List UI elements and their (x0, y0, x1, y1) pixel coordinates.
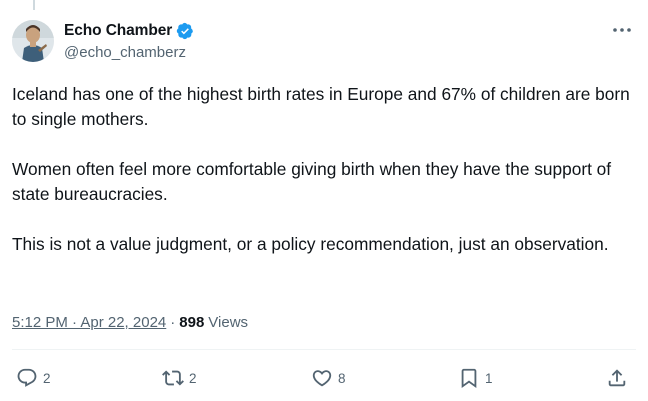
tweet-paragraph-2: Women often feel more comfortable giving… (12, 159, 616, 204)
timestamp-link[interactable]: 5:12 PM · Apr 22, 2024 (12, 314, 166, 331)
verified-badge-icon[interactable] (176, 22, 194, 40)
share-button[interactable] (606, 363, 628, 393)
repost-count: 2 (189, 370, 197, 386)
avatar[interactable] (12, 20, 54, 62)
tweet-meta: 5:12 PM · Apr 22, 2024 · 898 Views (12, 311, 248, 333)
like-icon (312, 370, 332, 387)
bookmark-button[interactable]: 1 (458, 363, 493, 393)
repost-icon (162, 370, 184, 386)
bookmark-icon (461, 368, 477, 389)
views-label: Views (208, 313, 249, 331)
thread-connector-line (33, 0, 35, 10)
like-button[interactable]: 8 (311, 363, 346, 393)
author-handle[interactable]: @echo_chamberz (64, 44, 194, 61)
divider (12, 349, 636, 350)
repost-button[interactable]: 2 (162, 363, 197, 393)
avatar-image (12, 20, 54, 62)
share-icon (608, 369, 626, 387)
like-count: 8 (338, 370, 346, 386)
views-count[interactable]: 898 (179, 314, 204, 331)
tweet-text: Iceland has one of the highest birth rat… (12, 82, 640, 257)
reply-button[interactable]: 2 (16, 363, 51, 393)
tweet-paragraph-3: This is not a value judgment, or a polic… (12, 234, 609, 254)
author-display-name[interactable]: Echo Chamber (64, 22, 172, 40)
action-bar: 2 2 8 1 (0, 363, 648, 393)
tweet-paragraph-1: Iceland has one of the highest birth rat… (12, 84, 635, 129)
reply-icon (17, 368, 37, 387)
reply-count: 2 (43, 370, 51, 386)
more-options-icon[interactable] (610, 20, 634, 40)
meta-separator: · (170, 313, 176, 331)
bookmark-count: 1 (485, 370, 493, 386)
